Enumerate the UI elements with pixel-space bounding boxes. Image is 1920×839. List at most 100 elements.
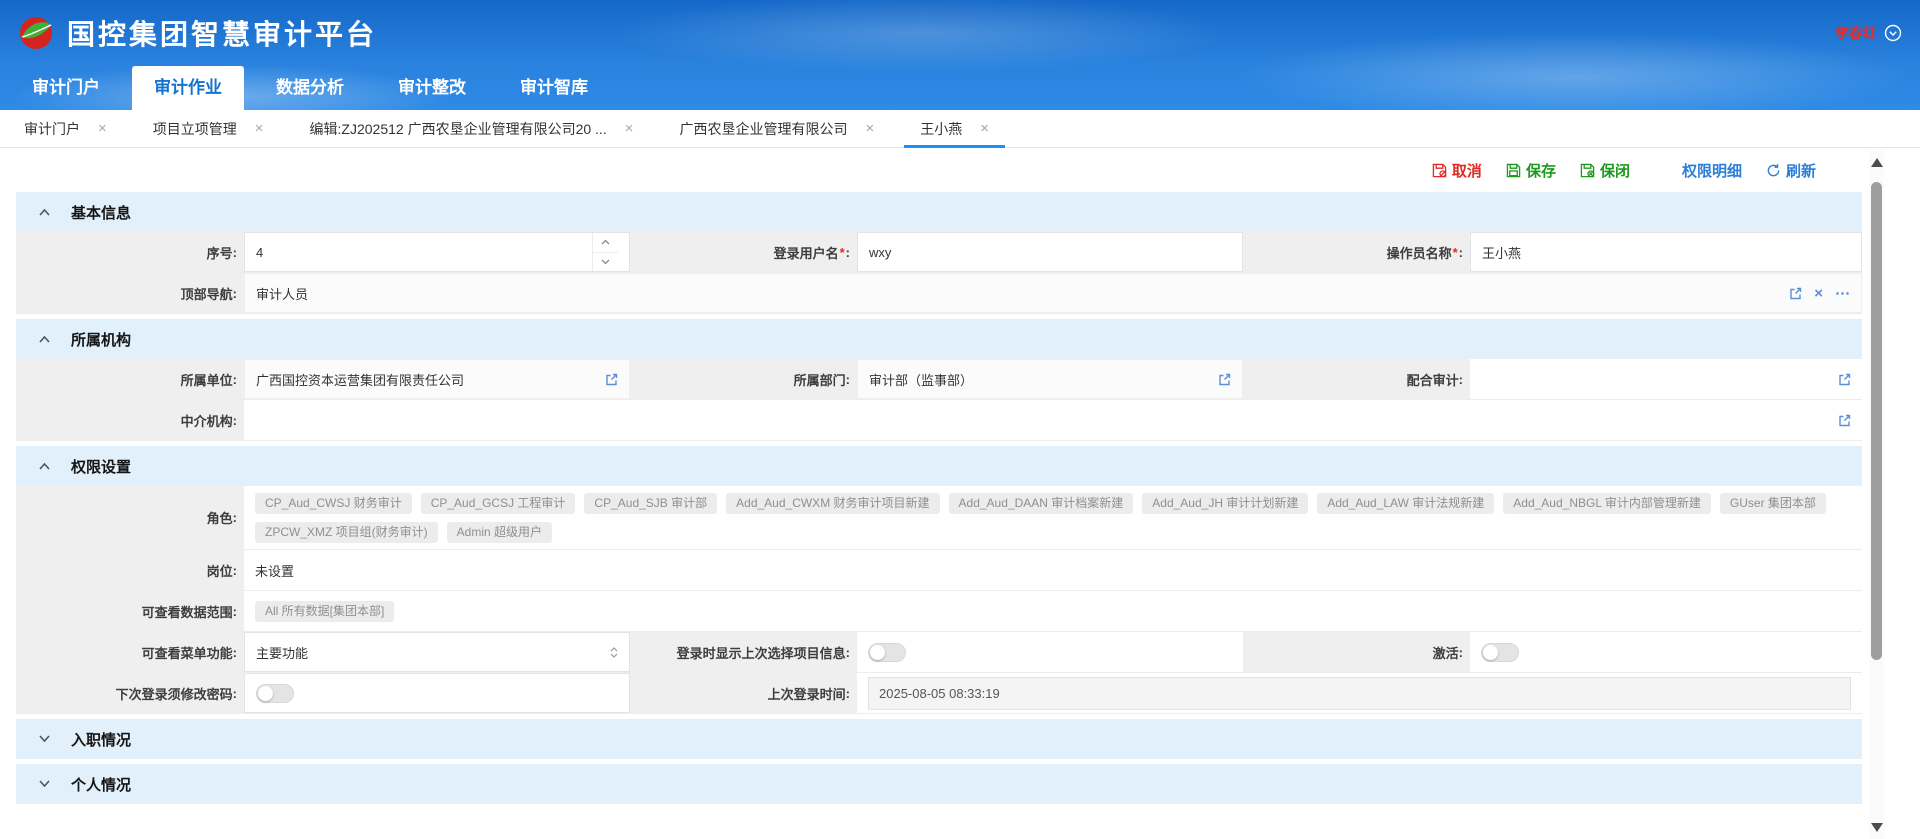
- section-personal-header[interactable]: 个人情况: [16, 764, 1862, 804]
- toolbar: 取消 保存 保闭 权限明细 刷新: [0, 148, 1920, 192]
- roles-field: CP_Aud_CWSJ 财务审计 CP_Aud_GCSJ 工程审计 CP_Aud…: [244, 486, 1862, 549]
- doc-tab-edit-zj202512[interactable]: 编辑:ZJ202512 广西农垦企业管理有限公司20 ... ×: [300, 110, 644, 147]
- data-scope-field: All 所有数据[集团本部]: [244, 591, 1862, 631]
- roles-label: 角色:: [16, 486, 244, 549]
- external-link-icon[interactable]: [605, 373, 618, 386]
- user-edit-form: 基本信息 序号: 4 登录用户名*: wxy 操作员名称*:: [0, 192, 1920, 804]
- role-tag: Add_Aud_NBGL 审计内部管理新建: [1503, 493, 1711, 514]
- active-cell: [1470, 632, 1862, 672]
- scroll-down-icon[interactable]: [1869, 817, 1884, 837]
- role-tag: CP_Aud_SJB 审计部: [584, 493, 717, 514]
- section-title: 所属机构: [71, 329, 131, 350]
- role-tag: Add_Aud_DAAN 审计档案新建: [949, 493, 1134, 514]
- vertical-scrollbar[interactable]: [1869, 150, 1884, 839]
- external-link-icon[interactable]: [1789, 287, 1802, 300]
- spinner-up-icon[interactable]: [593, 233, 618, 253]
- coop-audit-label: 配合审计:: [1243, 359, 1470, 399]
- post-value: 未设置: [244, 550, 1862, 590]
- select-arrows-icon: [610, 647, 618, 658]
- section-onboard-header[interactable]: 入职情况: [16, 719, 1862, 759]
- doc-tabbar: 审计门户 × 项目立项管理 × 编辑:ZJ202512 广西农垦企业管理有限公司…: [0, 110, 1920, 148]
- login-name-input[interactable]: wxy: [857, 232, 1243, 272]
- show-last-project-label: 登录时显示上次选择项目信息:: [630, 632, 857, 672]
- doc-tab-company[interactable]: 广西农垦企业管理有限公司 ×: [669, 110, 884, 147]
- external-link-icon[interactable]: [1218, 373, 1231, 386]
- nav-tab-audit-library[interactable]: 审计智库: [498, 66, 610, 110]
- agency-label: 中介机构:: [16, 400, 244, 440]
- cancel-button[interactable]: 取消: [1432, 160, 1482, 181]
- nav-tab-audit-rectify[interactable]: 审计整改: [376, 66, 488, 110]
- section-perm-header[interactable]: 权限设置: [16, 446, 1862, 486]
- section-title: 基本信息: [71, 202, 131, 223]
- external-link-icon[interactable]: [1838, 373, 1851, 386]
- section-title: 权限设置: [71, 456, 131, 477]
- user-name: 李春红: [1835, 23, 1877, 43]
- show-last-project-toggle[interactable]: [868, 643, 906, 662]
- close-icon[interactable]: ×: [865, 121, 874, 136]
- role-tag: Add_Aud_CWXM 财务审计项目新建: [726, 493, 939, 514]
- nav-tab-audit-portal[interactable]: 审计门户: [10, 66, 122, 110]
- last-login-label: 上次登录时间:: [630, 673, 857, 713]
- org-unit-field[interactable]: 广西国控资本运营集团有限责任公司: [244, 359, 630, 399]
- pwd-change-label: 下次登录须修改密码:: [16, 673, 244, 713]
- expand-icon[interactable]: [38, 779, 51, 789]
- seq-input[interactable]: 4: [244, 232, 630, 272]
- close-icon[interactable]: ×: [980, 121, 989, 136]
- section-basic-info-header[interactable]: 基本信息: [16, 192, 1862, 232]
- topnav-field[interactable]: 审计人员 × ⋯: [244, 273, 1862, 313]
- active-toggle[interactable]: [1481, 643, 1519, 662]
- operator-name-label: 操作员名称*:: [1243, 232, 1470, 272]
- app-logo-icon: [18, 15, 54, 51]
- app-title: 国控集团智慧审计平台: [67, 13, 377, 53]
- org-dept-field[interactable]: 审计部（监事部）: [857, 359, 1243, 399]
- menu-func-select[interactable]: 主要功能: [244, 632, 630, 672]
- seq-spinner: [592, 233, 618, 271]
- external-link-icon[interactable]: [1838, 414, 1851, 427]
- pwd-change-toggle[interactable]: [256, 684, 294, 703]
- doc-tab-wangxiaoyan[interactable]: 王小燕 ×: [910, 110, 999, 147]
- refresh-button[interactable]: 刷新: [1766, 160, 1816, 181]
- app-header: 国控集团智慧审计平台 李春红 审计门户 审计作业 数据分析 审计整改 审计智库: [0, 0, 1920, 110]
- scroll-up-icon[interactable]: [1869, 152, 1884, 172]
- collapse-icon[interactable]: [38, 334, 51, 344]
- collapse-icon[interactable]: [38, 461, 51, 471]
- org-dept-label: 所属部门:: [630, 359, 857, 399]
- form-row-post: 岗位: 未设置: [16, 550, 1862, 591]
- permission-detail-button[interactable]: 权限明细: [1682, 160, 1742, 181]
- close-icon[interactable]: ×: [255, 121, 264, 136]
- scrollbar-thumb[interactable]: [1871, 182, 1882, 660]
- save-button[interactable]: 保存: [1506, 160, 1556, 181]
- clear-icon[interactable]: ×: [1814, 286, 1823, 301]
- role-tag: Add_Aud_JH 审计计划新建: [1142, 493, 1308, 514]
- coop-audit-field[interactable]: [1470, 359, 1862, 399]
- doc-tab-audit-portal[interactable]: 审计门户 ×: [14, 110, 117, 147]
- refresh-icon: [1766, 163, 1781, 178]
- post-label: 岗位:: [16, 550, 244, 590]
- form-row-roles: 角色: CP_Aud_CWSJ 财务审计 CP_Aud_GCSJ 工程审计 CP…: [16, 486, 1862, 550]
- last-login-cell: 2025-08-05 08:33:19: [857, 673, 1862, 713]
- doc-tab-project-approval[interactable]: 项目立项管理 ×: [143, 110, 274, 147]
- user-menu[interactable]: 李春红: [1835, 23, 1902, 43]
- role-tag: GUser 集团本部: [1720, 493, 1826, 514]
- role-tag: Add_Aud_LAW 审计法规新建: [1317, 493, 1494, 514]
- chevron-down-circle-icon[interactable]: [1884, 24, 1902, 42]
- nav-tab-audit-work[interactable]: 审计作业: [132, 66, 244, 110]
- save-close-button[interactable]: 保闭: [1580, 160, 1630, 181]
- collapse-icon[interactable]: [38, 207, 51, 217]
- active-label: 激活:: [1243, 632, 1470, 672]
- close-icon[interactable]: ×: [625, 121, 634, 136]
- role-tag: Admin 超级用户: [447, 522, 552, 543]
- form-row-agency: 中介机构:: [16, 400, 1862, 441]
- section-org-header[interactable]: 所属机构: [16, 319, 1862, 359]
- agency-field[interactable]: [244, 400, 1862, 440]
- expand-icon[interactable]: [38, 734, 51, 744]
- close-icon[interactable]: ×: [98, 121, 107, 136]
- data-scope-tag: All 所有数据[集团本部]: [255, 601, 394, 622]
- org-unit-label: 所属单位:: [16, 359, 244, 399]
- nav-tab-data-analysis[interactable]: 数据分析: [254, 66, 366, 110]
- role-tag: ZPCW_XMZ 项目组(财务审计): [255, 522, 438, 543]
- more-icon[interactable]: ⋯: [1835, 286, 1850, 301]
- spinner-down-icon[interactable]: [593, 253, 618, 272]
- pwd-change-cell: [244, 673, 630, 713]
- operator-name-input[interactable]: 王小燕: [1470, 232, 1862, 272]
